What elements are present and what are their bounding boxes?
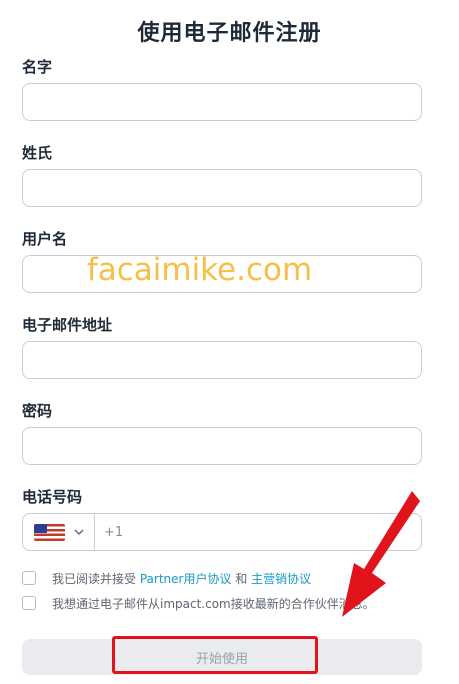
last-name-input[interactable] bbox=[22, 169, 422, 207]
email-input[interactable] bbox=[22, 341, 422, 379]
chevron-down-icon bbox=[74, 529, 84, 535]
phone-label: 电话号码 bbox=[22, 488, 83, 506]
marketing-agreement-link[interactable]: 主营销协议 bbox=[251, 572, 311, 586]
username-label: 用户名 bbox=[22, 230, 68, 248]
first-name-input[interactable] bbox=[22, 83, 422, 121]
username-input[interactable] bbox=[22, 255, 422, 293]
phone-field bbox=[22, 513, 422, 551]
last-name-label: 姓氏 bbox=[22, 144, 53, 162]
password-label: 密码 bbox=[22, 402, 53, 420]
get-started-button[interactable]: 开始使用 bbox=[22, 639, 422, 675]
terms-text: 我已阅读并接受 Partner用户协议 和 主营销协议 bbox=[52, 572, 312, 586]
password-input[interactable] bbox=[22, 427, 422, 465]
marketing-optin: 我想通过电子邮件从impact.com接收最新的合作伙伴消息。 bbox=[22, 595, 442, 613]
terms-agreement: 我已阅读并接受 Partner用户协议 和 主营销协议 bbox=[22, 570, 442, 588]
country-code-select[interactable] bbox=[23, 514, 95, 550]
marketing-text: 我想通过电子邮件从impact.com接收最新的合作伙伴消息。 bbox=[52, 597, 375, 611]
partner-agreement-link[interactable]: Partner用户协议 bbox=[140, 572, 232, 586]
first-name-label: 名字 bbox=[22, 58, 53, 76]
email-label: 电子邮件地址 bbox=[22, 316, 113, 334]
phone-input[interactable] bbox=[96, 514, 418, 550]
page-title: 使用电子邮件注册 bbox=[137, 21, 322, 46]
us-flag-icon bbox=[34, 524, 65, 541]
marketing-checkbox[interactable] bbox=[22, 596, 36, 610]
terms-checkbox[interactable] bbox=[22, 571, 36, 585]
